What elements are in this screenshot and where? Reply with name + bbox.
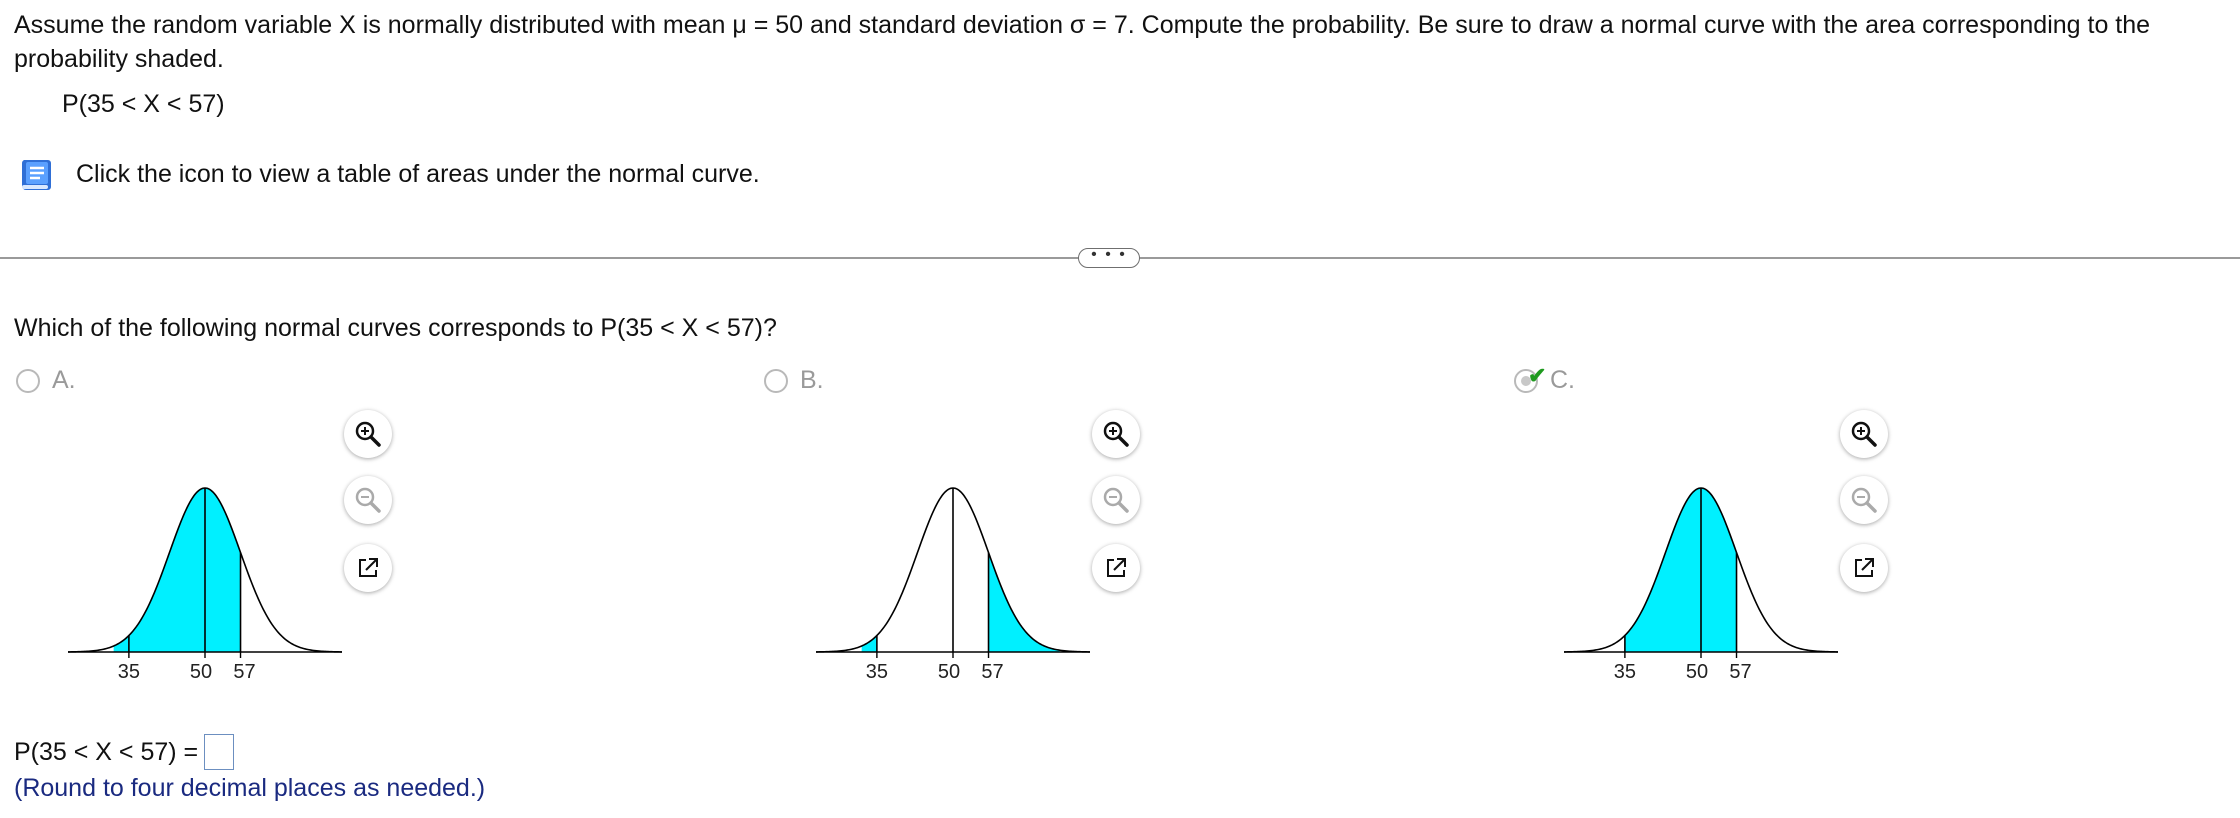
choice-c-zoom-out-button[interactable] — [1840, 476, 1888, 524]
choice-a-radio[interactable] — [16, 368, 40, 393]
book-icon[interactable] — [16, 154, 56, 194]
tick-label-35: 35 — [866, 661, 888, 683]
choice-a-letter: A. — [52, 366, 76, 394]
choice-c-zoom-in-button[interactable] — [1840, 410, 1888, 458]
choice-a-zoom-in-button[interactable] — [344, 410, 392, 458]
subquestion-text: Which of the following normal curves cor… — [14, 314, 777, 342]
choice-c[interactable]: ✔ C. — [1514, 363, 1575, 395]
answer-line: P(35 < X < 57) = — [14, 734, 235, 770]
external-link-icon — [1102, 554, 1130, 582]
choice-c-external-link-button[interactable] — [1840, 544, 1888, 592]
tick-label-35: 35 — [118, 661, 140, 683]
probability-expression: P(35 < X < 57) — [62, 90, 225, 118]
shaded-region-0 — [113, 488, 241, 652]
choice-c-letter: C. — [1550, 366, 1575, 394]
zoom-in-icon — [1101, 419, 1131, 449]
more-button[interactable]: • • • — [1078, 247, 1140, 268]
rounding-note: (Round to four decimal places as needed.… — [14, 774, 486, 802]
choice-b-zoom-in-button[interactable] — [1092, 410, 1140, 458]
zoom-out-icon — [353, 485, 383, 515]
choice-a-zoom-out-button[interactable] — [344, 476, 392, 524]
choice-c-radio[interactable]: ✔ — [1514, 363, 1546, 393]
question-text: Assume the random variable X is normally… — [14, 11, 2151, 73]
zoom-in-icon — [1849, 419, 1879, 449]
choice-b-external-link-button[interactable] — [1092, 544, 1140, 592]
shaded-region-1 — [988, 552, 1060, 652]
zoom-out-icon — [1101, 485, 1131, 515]
check-icon: ✔ — [1528, 362, 1547, 388]
choice-a[interactable]: A. — [16, 366, 76, 395]
normal-curve-a: 35 50 57 — [67, 487, 343, 683]
choice-b-letter: B. — [800, 366, 824, 394]
normal-curve-b: 35 50 57 — [815, 487, 1091, 683]
tick-label-50: 50 — [1686, 661, 1708, 683]
choice-a-external-link-button[interactable] — [344, 544, 392, 592]
tick-label-50: 50 — [190, 661, 212, 683]
table-hint-row: Click the icon to view a table of areas … — [16, 152, 760, 196]
zoom-in-icon — [353, 419, 383, 449]
choice-b-zoom-out-button[interactable] — [1092, 476, 1140, 524]
table-hint-text: Click the icon to view a table of areas … — [76, 159, 760, 188]
choice-b-radio[interactable] — [764, 368, 788, 393]
answer-label: P(35 < X < 57) = — [14, 737, 199, 766]
tick-label-35: 35 — [1614, 661, 1636, 683]
choice-b[interactable]: B. — [764, 366, 824, 395]
tick-label-57: 57 — [981, 661, 1003, 683]
external-link-icon — [1850, 554, 1878, 582]
external-link-icon — [354, 554, 382, 582]
tick-label-50: 50 — [938, 661, 960, 683]
zoom-out-icon — [1849, 485, 1879, 515]
tick-label-57: 57 — [233, 661, 255, 683]
tick-label-57: 57 — [1729, 661, 1751, 683]
answer-input[interactable] — [204, 734, 235, 770]
normal-curve-c: 35 50 57 — [1563, 487, 1839, 683]
